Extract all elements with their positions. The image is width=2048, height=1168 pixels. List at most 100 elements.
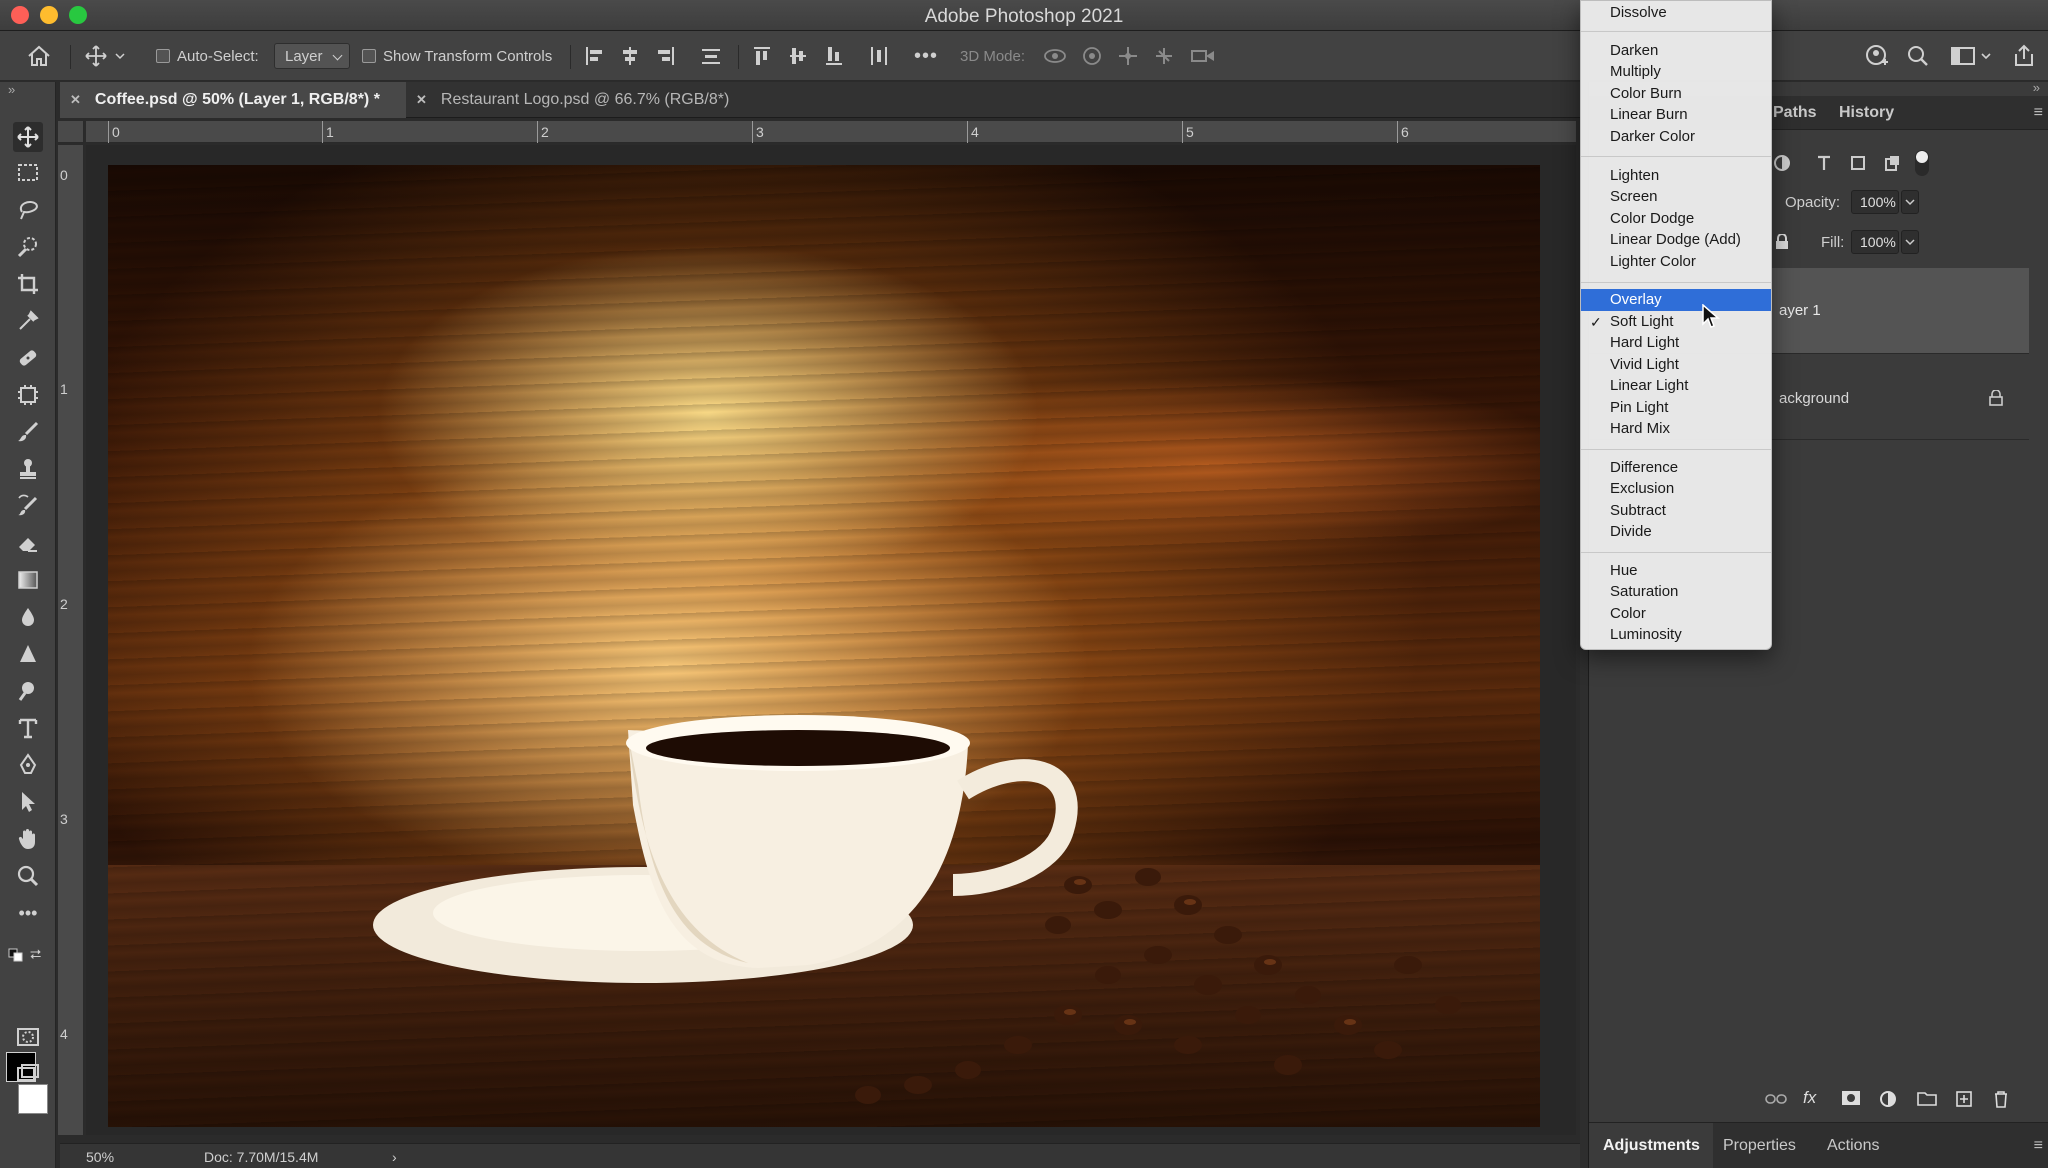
share-icon[interactable] bbox=[2012, 43, 2036, 69]
workspace-layout-icon[interactable] bbox=[1950, 43, 1994, 69]
default-colors-icon[interactable] bbox=[8, 948, 24, 967]
swap-colors-icon[interactable]: ⮂ bbox=[30, 946, 41, 963]
search-icon[interactable] bbox=[1906, 43, 1930, 69]
menu-item-subtract[interactable]: Subtract bbox=[1581, 500, 1771, 522]
menu-item-hard-mix[interactable]: Hard Mix bbox=[1581, 418, 1771, 440]
frame-tool-icon[interactable] bbox=[13, 380, 43, 410]
panel-menu-icon[interactable]: ≡ bbox=[2034, 104, 2043, 122]
show-transform-check-box[interactable] bbox=[362, 49, 376, 63]
menu-item-pin-light[interactable]: Pin Light bbox=[1581, 397, 1771, 419]
3d-scale-icon[interactable] bbox=[1190, 43, 1216, 69]
filter-smart-object-icon[interactable] bbox=[1883, 154, 1901, 177]
eyedropper-icon[interactable] bbox=[13, 306, 43, 336]
clone-stamp-icon[interactable] bbox=[13, 454, 43, 484]
quick-mask-icon[interactable] bbox=[13, 1022, 43, 1052]
tab-adjustments[interactable]: Adjustments bbox=[1603, 1137, 1700, 1155]
tab-restaurant-logo[interactable]: ✕ Restaurant Logo.psd @ 66.7% (RGB/8*) bbox=[406, 82, 786, 118]
delete-layer-icon[interactable] bbox=[1993, 1090, 2009, 1113]
menu-item-dissolve[interactable]: Dissolve bbox=[1581, 2, 1771, 24]
fill-input[interactable]: 100% bbox=[1851, 230, 1899, 254]
menu-item-hard-light[interactable]: Hard Light bbox=[1581, 332, 1771, 354]
distribute-vertical-icon[interactable] bbox=[700, 43, 722, 69]
path-selection-icon[interactable] bbox=[13, 787, 43, 817]
menu-item-linear-dodge-add[interactable]: Linear Dodge (Add) bbox=[1581, 229, 1771, 251]
menu-item-lighter-color[interactable]: Lighter Color bbox=[1581, 251, 1771, 273]
screen-mode-icon[interactable] bbox=[13, 1059, 43, 1089]
menu-item-linear-light[interactable]: Linear Light bbox=[1581, 375, 1771, 397]
menu-item-color-burn[interactable]: Color Burn bbox=[1581, 83, 1771, 105]
type-tool-icon[interactable] bbox=[13, 713, 43, 743]
add-mask-icon[interactable] bbox=[1841, 1090, 1861, 1111]
close-tab-icon[interactable]: ✕ bbox=[416, 92, 427, 108]
menu-item-exclusion[interactable]: Exclusion bbox=[1581, 478, 1771, 500]
document-canvas[interactable] bbox=[108, 165, 1540, 1127]
layer-name[interactable]: ayer 1 bbox=[1779, 302, 1821, 319]
move-tool-icon[interactable] bbox=[13, 122, 43, 152]
layer-name[interactable]: ackground bbox=[1779, 390, 1849, 407]
tab-actions[interactable]: Actions bbox=[1827, 1137, 1879, 1155]
align-left-edges-icon[interactable] bbox=[584, 43, 604, 69]
menu-item-difference[interactable]: Difference bbox=[1581, 457, 1771, 479]
new-adjustment-layer-icon[interactable] bbox=[1879, 1090, 1897, 1113]
ruler-origin[interactable] bbox=[58, 121, 84, 143]
3d-roll-icon[interactable] bbox=[1080, 43, 1104, 69]
auto-select-target-select[interactable]: Layer bbox=[274, 43, 350, 69]
layer-style-fx-icon[interactable]: fx bbox=[1803, 1088, 1816, 1108]
tab-coffee-psd[interactable]: ✕ Coffee.psd @ 50% (Layer 1, RGB/8*) * bbox=[60, 82, 406, 118]
auto-select-checkbox[interactable]: Auto-Select: bbox=[156, 43, 259, 69]
home-icon[interactable] bbox=[26, 43, 52, 69]
opacity-input[interactable]: 100% bbox=[1851, 190, 1899, 214]
collapse-toolbar-icon[interactable]: » bbox=[8, 82, 15, 97]
pen-tool-icon[interactable] bbox=[13, 750, 43, 780]
filter-shape-icon[interactable] bbox=[1849, 154, 1867, 177]
distribute-horizontal-icon[interactable] bbox=[868, 43, 890, 69]
menu-item-vivid-light[interactable]: Vivid Light bbox=[1581, 354, 1771, 376]
collapse-panels-icon[interactable]: » bbox=[2033, 80, 2040, 95]
tab-history[interactable]: History bbox=[1839, 104, 1894, 122]
quick-selection-icon[interactable] bbox=[13, 232, 43, 262]
menu-item-saturation[interactable]: Saturation bbox=[1581, 581, 1771, 603]
show-transform-controls-checkbox[interactable]: Show Transform Controls bbox=[362, 43, 552, 69]
tab-paths[interactable]: Paths bbox=[1773, 104, 1817, 122]
align-top-edges-icon[interactable] bbox=[752, 43, 772, 69]
blur-icon[interactable] bbox=[13, 602, 43, 632]
close-tab-icon[interactable]: ✕ bbox=[70, 92, 81, 108]
hand-tool-icon[interactable] bbox=[13, 824, 43, 854]
auto-select-check-box[interactable] bbox=[156, 49, 170, 63]
healing-brush-icon[interactable] bbox=[13, 343, 43, 373]
panel-menu-icon[interactable]: ≡ bbox=[2034, 1137, 2043, 1155]
more-options-icon[interactable]: ••• bbox=[914, 43, 938, 69]
dodge-icon[interactable] bbox=[13, 676, 43, 706]
history-brush-icon[interactable] bbox=[13, 491, 43, 521]
align-vertical-centers-icon[interactable] bbox=[788, 43, 808, 69]
zoom-tool-icon[interactable] bbox=[13, 861, 43, 891]
horizontal-ruler[interactable]: 0 1 2 3 4 5 6 bbox=[86, 121, 1576, 143]
menu-item-darken[interactable]: Darken bbox=[1581, 40, 1771, 62]
status-menu-arrow[interactable]: › bbox=[392, 1149, 397, 1165]
new-group-icon[interactable] bbox=[1917, 1090, 1937, 1111]
menu-item-lighten[interactable]: Lighten bbox=[1581, 165, 1771, 187]
link-layers-icon[interactable] bbox=[1765, 1092, 1787, 1111]
discover-icon[interactable] bbox=[1864, 43, 1890, 69]
new-layer-icon[interactable] bbox=[1955, 1090, 1973, 1113]
align-bottom-edges-icon[interactable] bbox=[824, 43, 844, 69]
filter-adjustment-icon[interactable] bbox=[1773, 154, 1791, 177]
lock-icon[interactable] bbox=[1775, 233, 1789, 255]
3d-pan-icon[interactable] bbox=[1116, 43, 1140, 69]
vertical-ruler[interactable]: 0 1 2 3 4 bbox=[58, 145, 84, 1135]
menu-item-divide[interactable]: Divide bbox=[1581, 521, 1771, 543]
gradient-icon[interactable] bbox=[13, 565, 43, 595]
menu-item-screen[interactable]: Screen bbox=[1581, 186, 1771, 208]
3d-orbit-icon[interactable] bbox=[1042, 43, 1068, 69]
brush-icon[interactable] bbox=[13, 417, 43, 447]
align-horizontal-centers-icon[interactable] bbox=[620, 43, 640, 69]
filter-type-icon[interactable] bbox=[1815, 154, 1833, 177]
lasso-icon[interactable] bbox=[13, 195, 43, 225]
menu-item-darker-color[interactable]: Darker Color bbox=[1581, 126, 1771, 148]
sharpen-icon[interactable] bbox=[13, 639, 43, 669]
menu-item-multiply[interactable]: Multiply bbox=[1581, 61, 1771, 83]
align-right-edges-icon[interactable] bbox=[656, 43, 676, 69]
filter-toggle[interactable] bbox=[1915, 150, 1929, 176]
opacity-dropdown-chevron-icon[interactable] bbox=[1901, 190, 1919, 214]
menu-item-luminosity[interactable]: Luminosity bbox=[1581, 624, 1771, 646]
